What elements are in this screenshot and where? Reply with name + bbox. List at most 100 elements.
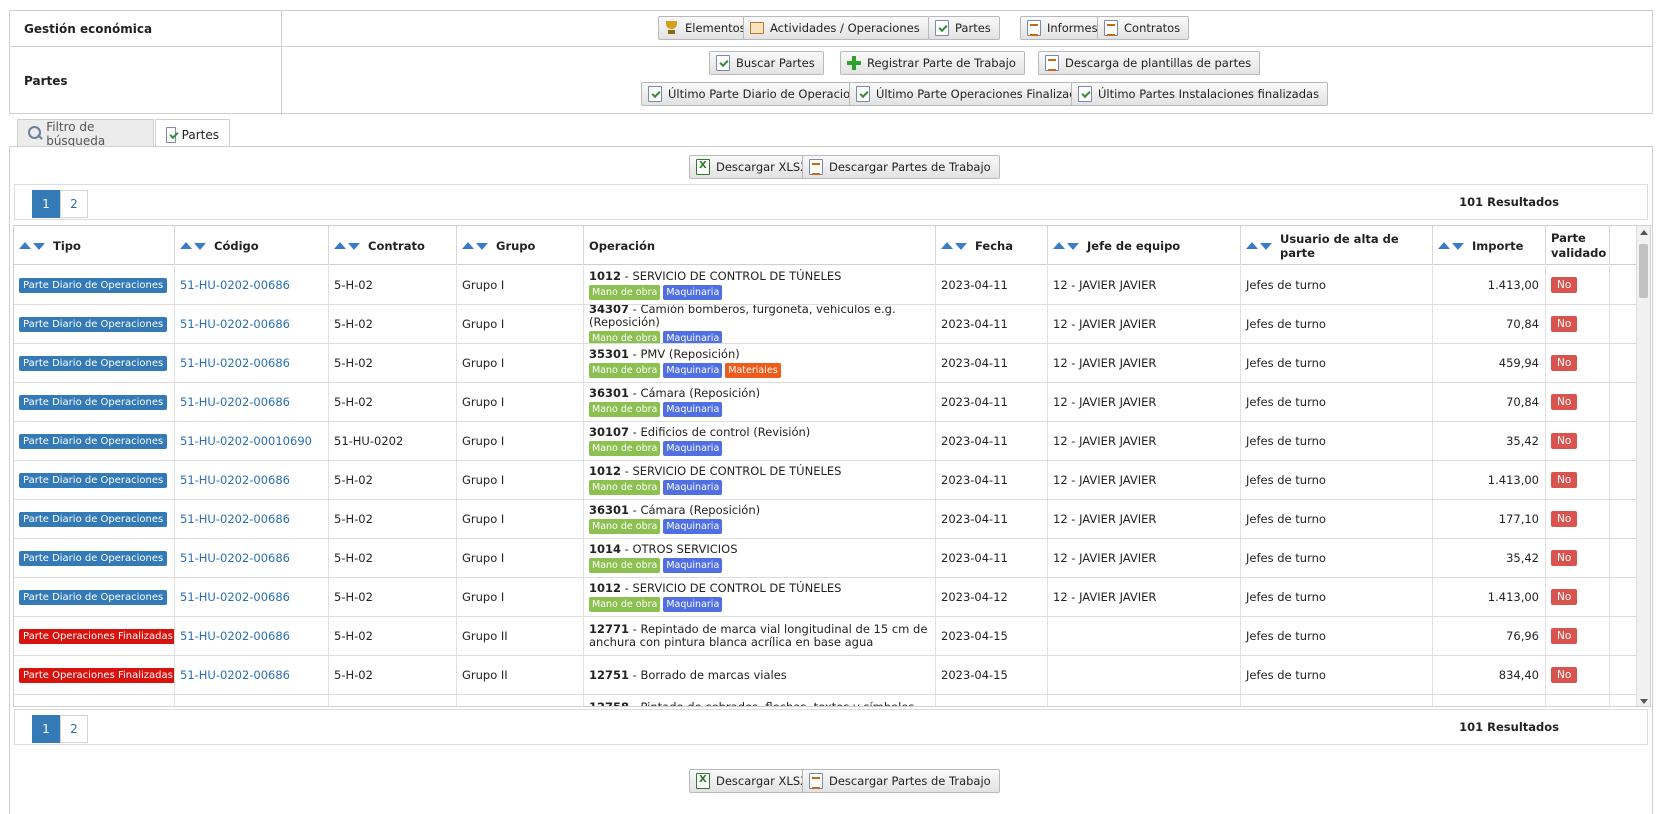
codigo-link[interactable]: 51-HU-0202-00686 <box>180 395 290 409</box>
col-fecha[interactable]: Fecha <box>936 226 1048 265</box>
descarga-plantillas-button[interactable]: Descarga de plantillas de partes <box>1038 51 1261 75</box>
operacion-text: 34307 - Camión bomberos, furgoneta, vehí… <box>589 305 935 329</box>
codigo-link[interactable]: 51-HU-0202-00686 <box>180 629 290 643</box>
ultimo-parte-finalizadas-button[interactable]: Último Parte Operaciones Finalizadas <box>849 82 1099 106</box>
tag-mano-de-obra: Mano de obra <box>589 519 661 534</box>
contrato-cell: 51-HU-0202 <box>334 434 404 448</box>
validado-badge: No <box>1551 472 1578 488</box>
table-row[interactable]: Parte Diario de Operaciones 51-HU-0202-00… <box>14 578 1638 617</box>
table-row[interactable]: Parte Operaciones Finalizadas51-HU-0202-… <box>14 656 1638 695</box>
partes-nav-button[interactable]: Partes <box>928 16 1000 40</box>
sort-arrows-icon[interactable] <box>462 241 488 250</box>
trophy-icon <box>665 20 679 36</box>
codigo-link[interactable]: 51-HU-0202-00686 <box>180 317 290 331</box>
scroll-thumb[interactable] <box>1639 244 1648 298</box>
table-row[interactable]: Parte Diario de Operaciones 51-HU-0202-00… <box>14 344 1638 383</box>
table-row[interactable]: Parte Diario de Operaciones 51-HU-0202-00… <box>14 461 1638 500</box>
operacion-desc: - Repintado de marca vial longitudinal d… <box>589 622 928 649</box>
elementos-button[interactable]: Elementos <box>658 16 755 40</box>
operacion-code: 36301 <box>589 386 630 400</box>
table-row[interactable]: Parte Diario de Operaciones 51-HU-0202-00… <box>14 383 1638 422</box>
page-2-button[interactable]: 2 <box>60 715 88 743</box>
sort-arrows-icon[interactable] <box>19 241 45 250</box>
excel-icon <box>696 773 710 789</box>
tag-maquinaria: Maquinaria <box>663 363 723 378</box>
sort-arrows-icon[interactable] <box>180 241 206 250</box>
col-contrato[interactable]: Contrato <box>329 226 457 265</box>
table-row[interactable]: Parte Operaciones Finalizadas51-HU-0202-… <box>14 695 1638 708</box>
table-row[interactable]: Parte Operaciones Finalizadas51-HU-0202-… <box>14 617 1638 656</box>
codigo-link[interactable]: 51-HU-0202-00686 <box>180 590 290 604</box>
validado-badge: No <box>1551 628 1578 644</box>
usuario-cell: Jefes de turno <box>1246 551 1326 565</box>
registrar-parte-button[interactable]: Registrar Parte de Trabajo <box>840 51 1025 75</box>
operacion-code: 1012 <box>589 581 622 595</box>
table-row[interactable]: Parte Diario de Operaciones 51-HU-0202-00… <box>14 539 1638 578</box>
table-row[interactable]: Parte Diario de Operaciones 51-HU-0202-00… <box>14 266 1638 305</box>
operacion-cell: 12751 - Borrado de marcas viales <box>589 668 787 682</box>
scroll-up-icon[interactable] <box>1640 230 1648 235</box>
operacion-cell: 1012 - SERVICIO DE CONTROL DE TÚNELES Man… <box>589 582 841 612</box>
envelope-icon <box>750 22 764 34</box>
tipo-badge: Parte Diario de Operaciones <box>19 316 168 332</box>
codigo-link[interactable]: 51-HU-0202-00686 <box>180 668 290 682</box>
col-importe[interactable]: Importe <box>1433 226 1546 265</box>
page-1-button[interactable]: 1 <box>32 190 60 218</box>
tab-partes[interactable]: Partes <box>155 119 230 149</box>
col-codigo[interactable]: Código <box>175 226 329 265</box>
table-row[interactable]: Parte Diario de Operaciones 51-HU-0202-00… <box>14 422 1638 461</box>
page-1-button[interactable]: 1 <box>32 715 60 743</box>
col-usuario[interactable]: Usuario de alta de parte <box>1241 226 1433 265</box>
buscar-partes-button[interactable]: Buscar Partes <box>709 51 824 75</box>
table-row[interactable]: Parte Diario de Operaciones 51-HU-0202-00… <box>14 500 1638 539</box>
grupo-cell: Grupo II <box>462 668 508 682</box>
descargar-xlsx-button[interactable]: Descargar XLSX <box>689 769 818 793</box>
tipo-badge: Parte Operaciones Finalizadas <box>19 707 175 708</box>
ultimo-partes-instalaciones-button[interactable]: Último Partes Instalaciones finalizadas <box>1071 82 1329 106</box>
informes-button[interactable]: Informes <box>1020 16 1107 40</box>
descargar-partes-button[interactable]: Descargar Partes de Trabajo <box>802 769 1000 793</box>
codigo-link[interactable]: 51-HU-0202-00686 <box>180 356 290 370</box>
codigo-link[interactable]: 51-HU-0202-00686 <box>180 278 290 292</box>
scroll-down-icon[interactable] <box>1640 699 1648 704</box>
descargar-partes-button[interactable]: Descargar Partes de Trabajo <box>802 155 1000 179</box>
table-row[interactable]: Parte Diario de Operaciones 51-HU-0202-00… <box>14 305 1638 344</box>
sort-arrows-icon[interactable] <box>1053 241 1079 250</box>
col-jefe[interactable]: Jefe de equipo <box>1048 226 1241 265</box>
jefe-cell: 12 - JAVIER JAVIER <box>1053 434 1157 448</box>
tipo-badge: Parte Diario de Operaciones <box>19 511 168 527</box>
tipo-badge: Parte Diario de Operaciones <box>19 589 168 605</box>
tab-filtro[interactable]: Filtro de búsqueda <box>17 119 154 148</box>
actividades-button[interactable]: Actividades / Operaciones <box>743 16 929 40</box>
grid-scrollbar[interactable] <box>1636 226 1650 706</box>
ultimo-parte-diario-button[interactable]: Último Parte Diario de Operaciones <box>641 82 880 106</box>
sort-arrows-icon[interactable] <box>1246 241 1272 250</box>
fecha-cell: 2023-04-11 <box>941 395 1008 409</box>
contrato-cell: 5-H-02 <box>334 356 373 370</box>
operacion-cell: 1012 - SERVICIO DE CONTROL DE TÚNELES Man… <box>589 465 841 495</box>
col-tipo[interactable]: Tipo <box>14 226 175 265</box>
importe-cell: 76,96 <box>1506 629 1539 643</box>
codigo-link[interactable]: 51-HU-0202-00686 <box>180 512 290 526</box>
operacion-code: 30107 <box>589 425 630 439</box>
contrato-cell: 5-H-02 <box>334 317 373 331</box>
page-2-button[interactable]: 2 <box>60 190 88 218</box>
contrato-cell: 5-H-02 <box>334 629 373 643</box>
codigo-link[interactable]: 51-HU-0202-00010690 <box>180 434 312 448</box>
contratos-button[interactable]: Contratos <box>1097 16 1190 40</box>
checklist-icon <box>648 86 662 102</box>
tag-maquinaria: Maquinaria <box>663 402 723 417</box>
resource-tags: Mano de obra Maquinaria <box>589 285 841 300</box>
sort-arrows-icon[interactable] <box>941 241 967 250</box>
descargar-xlsx-button[interactable]: Descargar XLSX <box>689 155 818 179</box>
sort-arrows-icon[interactable] <box>1438 241 1464 250</box>
codigo-link[interactable]: 51-HU-0202-00686 <box>180 551 290 565</box>
operacion-text: 12751 - Borrado de marcas viales <box>589 668 787 682</box>
checklist-icon <box>856 86 870 102</box>
grupo-cell: Grupo I <box>462 512 505 526</box>
sort-arrows-icon[interactable] <box>334 241 360 250</box>
col-grupo[interactable]: Grupo <box>457 226 584 265</box>
tag-maquinaria: Maquinaria <box>663 480 723 495</box>
codigo-link[interactable]: 51-HU-0202-00686 <box>180 473 290 487</box>
operacion-text: 35301 - PMV (Reposición) <box>589 348 781 361</box>
